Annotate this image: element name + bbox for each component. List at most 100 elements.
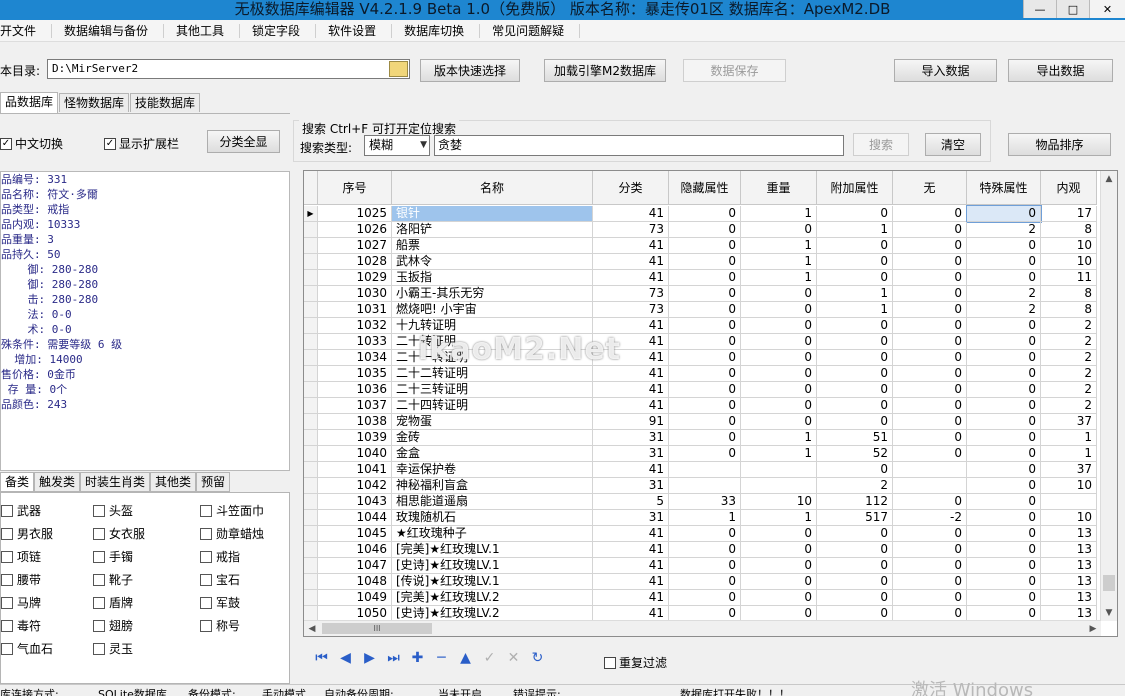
table-row[interactable]: 1035 二十二转证明 41 0 0 0 0 0 2 bbox=[304, 366, 1097, 382]
table-cell[interactable]: 0 bbox=[893, 206, 967, 222]
table-cell[interactable]: 0 bbox=[817, 270, 893, 286]
table-cell[interactable]: 0 bbox=[817, 558, 893, 574]
table-cell[interactable]: 二十三转证明 bbox=[392, 382, 593, 398]
table-cell[interactable]: 0 bbox=[669, 414, 741, 430]
table-row[interactable]: 1045 ★红玫瑰种子 41 0 0 0 0 0 13 bbox=[304, 526, 1097, 542]
table-cell[interactable]: 2 bbox=[967, 286, 1041, 302]
table-cell[interactable]: 1032 bbox=[318, 318, 392, 334]
table-cell[interactable]: 1028 bbox=[318, 254, 392, 270]
table-cell[interactable]: 0 bbox=[669, 382, 741, 398]
table-cell[interactable]: 0 bbox=[741, 558, 817, 574]
category-checkbox[interactable]: 宝石 bbox=[200, 571, 240, 588]
table-cell[interactable]: 十九转证明 bbox=[392, 318, 593, 334]
table-cell[interactable]: 0 bbox=[741, 542, 817, 558]
table-cell[interactable]: 10 bbox=[741, 494, 817, 510]
table-cell[interactable]: 0 bbox=[817, 542, 893, 558]
category-checkbox[interactable]: 戒指 bbox=[200, 548, 240, 565]
table-cell[interactable]: 0 bbox=[741, 574, 817, 590]
table-cell[interactable]: 0 bbox=[893, 366, 967, 382]
table-cell[interactable]: 武林令 bbox=[392, 254, 593, 270]
menu-item[interactable]: 开文件 bbox=[0, 23, 53, 38]
category-checkbox[interactable]: 盾牌 bbox=[93, 594, 133, 611]
table-row[interactable]: 1039 金砖 31 0 1 51 0 0 1 bbox=[304, 430, 1097, 446]
table-row[interactable]: 1028 武林令 41 0 1 0 0 0 10 bbox=[304, 254, 1097, 270]
table-cell[interactable]: 1030 bbox=[318, 286, 392, 302]
table-cell[interactable]: [传说]★红玫瑰LV.1 bbox=[392, 574, 593, 590]
table-cell[interactable]: 0 bbox=[893, 350, 967, 366]
table-cell[interactable]: 37 bbox=[1041, 414, 1097, 430]
search-input[interactable]: 贪婪 bbox=[434, 135, 844, 156]
table-cell[interactable]: 11 bbox=[1041, 270, 1097, 286]
table-cell[interactable]: 0 bbox=[967, 510, 1041, 526]
post-record-icon[interactable]: ✓ bbox=[480, 649, 499, 667]
table-cell[interactable]: 52 bbox=[817, 446, 893, 462]
table-cell[interactable]: 0 bbox=[669, 318, 741, 334]
table-cell[interactable]: 31 bbox=[593, 510, 669, 526]
vertical-scrollbar[interactable]: ▲ ▼ bbox=[1100, 171, 1117, 621]
category-checkbox[interactable]: 靴子 bbox=[93, 571, 133, 588]
table-cell[interactable]: 1027 bbox=[318, 238, 392, 254]
table-cell[interactable]: 1 bbox=[817, 286, 893, 302]
menu-item[interactable]: 锁定字段 bbox=[240, 23, 317, 38]
category-checkbox[interactable]: 气血石 bbox=[1, 640, 53, 657]
table-cell[interactable] bbox=[893, 478, 967, 494]
table-cell[interactable]: 37 bbox=[1041, 462, 1097, 478]
scroll-thumb[interactable] bbox=[1103, 575, 1115, 591]
category-checkbox[interactable]: 勋章蜡烛 bbox=[200, 525, 264, 542]
item-sort-button[interactable]: 物品排序 bbox=[1008, 133, 1111, 156]
table-cell[interactable]: 0 bbox=[669, 398, 741, 414]
table-cell[interactable]: 0 bbox=[817, 254, 893, 270]
chinese-switch-checkbox[interactable]: ✓ 中文切换 bbox=[0, 135, 63, 152]
table-cell[interactable]: 13 bbox=[1041, 590, 1097, 606]
table-cell[interactable]: 1035 bbox=[318, 366, 392, 382]
last-record-icon[interactable]: ⏭ bbox=[384, 649, 403, 667]
table-cell[interactable]: 1 bbox=[1041, 430, 1097, 446]
category-tab[interactable]: 触发类 bbox=[34, 472, 81, 492]
category-checkbox[interactable]: 称号 bbox=[200, 617, 240, 634]
scroll-left-icon[interactable]: ◀ bbox=[304, 621, 320, 636]
table-cell[interactable]: 10 bbox=[1041, 510, 1097, 526]
table-cell[interactable]: 1 bbox=[741, 206, 817, 222]
table-cell[interactable] bbox=[741, 462, 817, 478]
table-cell[interactable]: 2 bbox=[1041, 350, 1097, 366]
table-cell[interactable]: 1044 bbox=[318, 510, 392, 526]
table-row[interactable]: 1031 燃烧吧! 小宇宙 73 0 0 1 0 2 8 bbox=[304, 302, 1097, 318]
import-button[interactable]: 导入数据 bbox=[894, 59, 997, 82]
table-row[interactable]: 1048 [传说]★红玫瑰LV.1 41 0 0 0 0 0 13 bbox=[304, 574, 1097, 590]
column-header[interactable]: 无 bbox=[893, 171, 967, 205]
table-cell[interactable]: 0 bbox=[669, 206, 741, 222]
table-cell[interactable]: 宠物蛋 bbox=[392, 414, 593, 430]
category-checkbox[interactable]: 毒符 bbox=[1, 617, 41, 634]
table-cell[interactable]: 1029 bbox=[318, 270, 392, 286]
table-cell[interactable]: 41 bbox=[593, 366, 669, 382]
table-row[interactable]: 1037 二十四转证明 41 0 0 0 0 0 2 bbox=[304, 398, 1097, 414]
table-cell[interactable]: 1 bbox=[741, 430, 817, 446]
table-cell[interactable]: 0 bbox=[817, 206, 893, 222]
table-cell[interactable]: 2 bbox=[1041, 398, 1097, 414]
table-cell[interactable]: 41 bbox=[593, 590, 669, 606]
table-cell[interactable]: 41 bbox=[593, 558, 669, 574]
table-cell[interactable]: 41 bbox=[593, 334, 669, 350]
table-row[interactable]: 1044 玫瑰随机石 31 1 1 517 -2 0 10 bbox=[304, 510, 1097, 526]
table-cell[interactable]: 0 bbox=[967, 526, 1041, 542]
category-checkbox[interactable]: 军鼓 bbox=[200, 594, 240, 611]
next-record-icon[interactable]: ▶ bbox=[360, 649, 379, 667]
table-cell[interactable]: 8 bbox=[1041, 222, 1097, 238]
category-checkbox[interactable]: 翅膀 bbox=[93, 617, 133, 634]
table-cell[interactable]: 金砖 bbox=[392, 430, 593, 446]
table-cell[interactable]: 0 bbox=[817, 574, 893, 590]
table-cell[interactable]: 1047 bbox=[318, 558, 392, 574]
table-row[interactable]: 1040 金盒 31 0 1 52 0 0 1 bbox=[304, 446, 1097, 462]
table-row[interactable]: 1036 二十三转证明 41 0 0 0 0 0 2 bbox=[304, 382, 1097, 398]
table-cell[interactable]: 0 bbox=[669, 526, 741, 542]
table-cell[interactable]: 0 bbox=[967, 366, 1041, 382]
table-cell[interactable]: 二十四转证明 bbox=[392, 398, 593, 414]
table-cell[interactable]: 0 bbox=[893, 270, 967, 286]
table-cell[interactable]: 0 bbox=[741, 366, 817, 382]
category-checkbox[interactable]: 马牌 bbox=[1, 594, 41, 611]
table-cell[interactable]: 1 bbox=[1041, 446, 1097, 462]
table-row[interactable]: 1038 宠物蛋 91 0 0 0 0 0 37 bbox=[304, 414, 1097, 430]
table-cell[interactable]: 0 bbox=[967, 238, 1041, 254]
column-header[interactable]: 分类 bbox=[593, 171, 669, 205]
table-cell[interactable]: 1 bbox=[741, 238, 817, 254]
